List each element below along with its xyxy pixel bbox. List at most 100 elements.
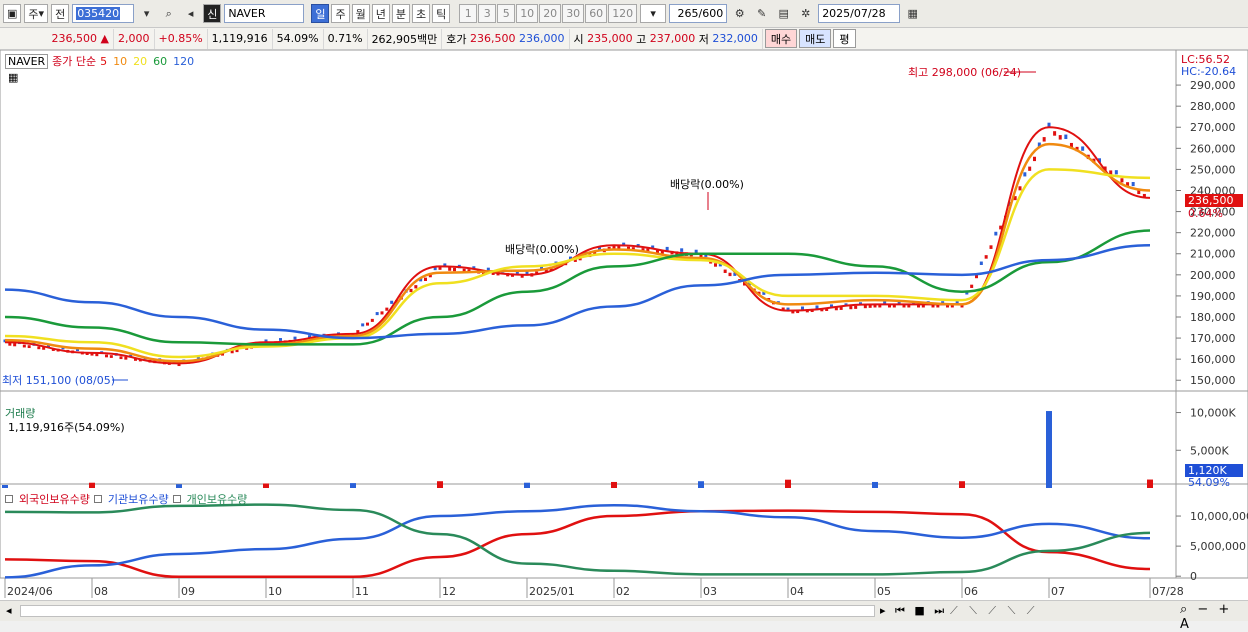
calendar-icon[interactable]: ▦ xyxy=(903,4,922,23)
period-tab-2[interactable]: 월 xyxy=(351,4,370,23)
price-box-text: 236,500 xyxy=(1188,194,1234,207)
chart-area[interactable]: 290,000 280,000 270,000 260,000 250,000 240,0… xyxy=(0,50,1248,600)
ohl-group: 시 235,000 고 237,000 저 232,000 xyxy=(570,28,763,49)
volume-bar-8 xyxy=(698,481,704,488)
zoom-controls[interactable]: ⌕ − + A xyxy=(1180,602,1248,632)
dividend-annotation-1: 배당락(0.00%) xyxy=(670,178,744,191)
tool-icon[interactable]: ✎ xyxy=(752,4,771,23)
candle-3-6 xyxy=(293,336,297,340)
holder-legend: 외국인보유수량 기관보유수량 개인보유수량 xyxy=(5,491,247,507)
drawing-tools[interactable]: ⟋ ⟍ ⟋ ⟍ ⟋ xyxy=(950,604,1039,618)
period-tab-6[interactable]: 틱 xyxy=(432,4,451,23)
period-tab-4[interactable]: 분 xyxy=(391,4,410,23)
number-tab-1[interactable]: 3 xyxy=(478,4,497,23)
high-label: 고 xyxy=(636,32,647,46)
holder-legend-1: 외국인보유수량 xyxy=(19,493,90,506)
ma-legend-3: 60 xyxy=(153,54,168,68)
window-menu-icon[interactable]: ▣ xyxy=(3,4,22,23)
vol-ratio: 54.09% xyxy=(273,28,324,49)
number-tab-7[interactable]: 120 xyxy=(608,4,638,23)
candle-12-6 xyxy=(1081,146,1085,151)
ask-group: 호가 236,500 236,000 xyxy=(442,28,570,49)
candle-12-3 xyxy=(1064,134,1068,140)
number-tab-2[interactable]: 5 xyxy=(497,4,516,23)
turnover: 0.71% xyxy=(324,28,368,49)
candle-11-13 xyxy=(1023,172,1027,177)
y-tick-0-12: 170,000 xyxy=(1190,332,1236,345)
y-tick-0-10: 190,000 xyxy=(1190,290,1236,303)
scroll-track[interactable] xyxy=(20,605,875,617)
number-tab-4[interactable]: 20 xyxy=(539,4,562,23)
candle-7-14 xyxy=(680,248,684,252)
candle-5-2 xyxy=(448,267,452,271)
numbers-dropdown[interactable]: ▾ xyxy=(640,4,667,23)
search-icon[interactable]: ⌕ xyxy=(159,4,178,23)
scroll-left-icon[interactable]: ◂ xyxy=(6,604,12,617)
x-label-13: 07/28 xyxy=(1152,585,1184,598)
period-tab-5[interactable]: 초 xyxy=(411,4,431,23)
type-select[interactable]: 주 ▾ xyxy=(24,4,49,23)
candle-12-13 xyxy=(1120,178,1124,183)
number-tab-5[interactable]: 30 xyxy=(562,4,585,23)
quote-bar: 236,500 ▲ 2,000 +0.85% 1,119,916 54.09% … xyxy=(0,28,1248,50)
y-tick-1-0: 10,000K xyxy=(1190,407,1236,420)
ask-label: 호가 xyxy=(446,32,467,46)
open-value: 235,000 xyxy=(587,32,633,45)
x-label-6: 2025/01 xyxy=(529,585,575,598)
chart-svg[interactable]: 290,000280,000270,000260,000250,000240,0… xyxy=(0,50,1248,600)
y-tick-0-13: 160,000 xyxy=(1190,353,1236,366)
period-tab-3[interactable]: 년 xyxy=(371,4,390,23)
period-tab-1[interactable]: 주 xyxy=(331,4,350,23)
y-tick-0-0: 290,000 xyxy=(1190,79,1236,92)
volume-bar-0 xyxy=(2,484,8,488)
settings-chart-icon[interactable]: ⚙ xyxy=(730,4,749,23)
chart-settings-icon[interactable]: ▦ xyxy=(8,71,18,84)
count-field[interactable]: 265/600 xyxy=(669,4,728,23)
change-pct: +0.85% xyxy=(155,28,208,49)
number-tab-0[interactable]: 1 xyxy=(459,4,478,23)
volume-bar-5 xyxy=(437,481,443,488)
candle-11-7 xyxy=(994,231,998,236)
sound-icon[interactable]: ◂ xyxy=(181,4,200,23)
volume-bar-10 xyxy=(872,481,878,488)
hc-label: HC:-20.64 xyxy=(1181,65,1237,78)
low-annotation: 최저 151,100 (08/05) xyxy=(2,374,115,387)
open-label: 시 xyxy=(573,32,584,46)
candle-8-3 xyxy=(714,263,717,267)
volume-legend-value: 1,119,916주(54.09%) xyxy=(8,421,125,434)
candle-12-2 xyxy=(1058,135,1062,140)
ask2: 236,000 xyxy=(519,32,565,45)
market-badge: 신 xyxy=(203,4,222,23)
holder-legend-swatch-1 xyxy=(5,495,13,503)
candle-4-4 xyxy=(370,318,374,322)
candle-5-3 xyxy=(453,267,456,272)
dropdown-icon[interactable]: ▾ xyxy=(137,4,156,23)
playback-controls[interactable]: ▸ ⏮ ■ ⏭ xyxy=(880,604,947,618)
y-tick-0-1: 280,000 xyxy=(1190,100,1236,113)
candle-8-6 xyxy=(728,272,732,277)
save-icon[interactable]: ▤ xyxy=(774,4,793,23)
candle-3-3 xyxy=(279,338,282,341)
holder-legend-2: 기관보유수량 xyxy=(107,493,169,506)
volume-bar-13 xyxy=(1147,479,1153,488)
candle-4-3 xyxy=(366,322,369,326)
eval-button[interactable]: 평 xyxy=(833,29,856,48)
stock-name-field[interactable]: NAVER xyxy=(224,4,305,23)
period-tab-0[interactable]: 일 xyxy=(311,4,330,23)
sell-button[interactable]: 매도 xyxy=(799,29,832,48)
code-input[interactable]: 035420 xyxy=(72,4,135,23)
number-tab-6[interactable]: 60 xyxy=(585,4,608,23)
x-label-0: 2024/06 xyxy=(7,585,53,598)
high-value: 237,000 xyxy=(649,32,696,45)
candle-11-6 xyxy=(989,245,993,249)
number-tab-3[interactable]: 10 xyxy=(516,4,539,23)
ma-legend-1: 10 xyxy=(113,54,128,68)
max-count: /600 xyxy=(698,7,724,20)
date-field[interactable]: 2025/07/28 xyxy=(818,4,901,23)
volume-bar-3 xyxy=(263,483,269,488)
candle-4-7 xyxy=(385,307,389,311)
buy-button[interactable]: 매수 xyxy=(764,29,798,48)
gear-icon[interactable]: ✲ xyxy=(796,4,815,23)
candle-12-12 xyxy=(1114,170,1118,175)
prev-button[interactable]: 전 xyxy=(51,4,70,23)
